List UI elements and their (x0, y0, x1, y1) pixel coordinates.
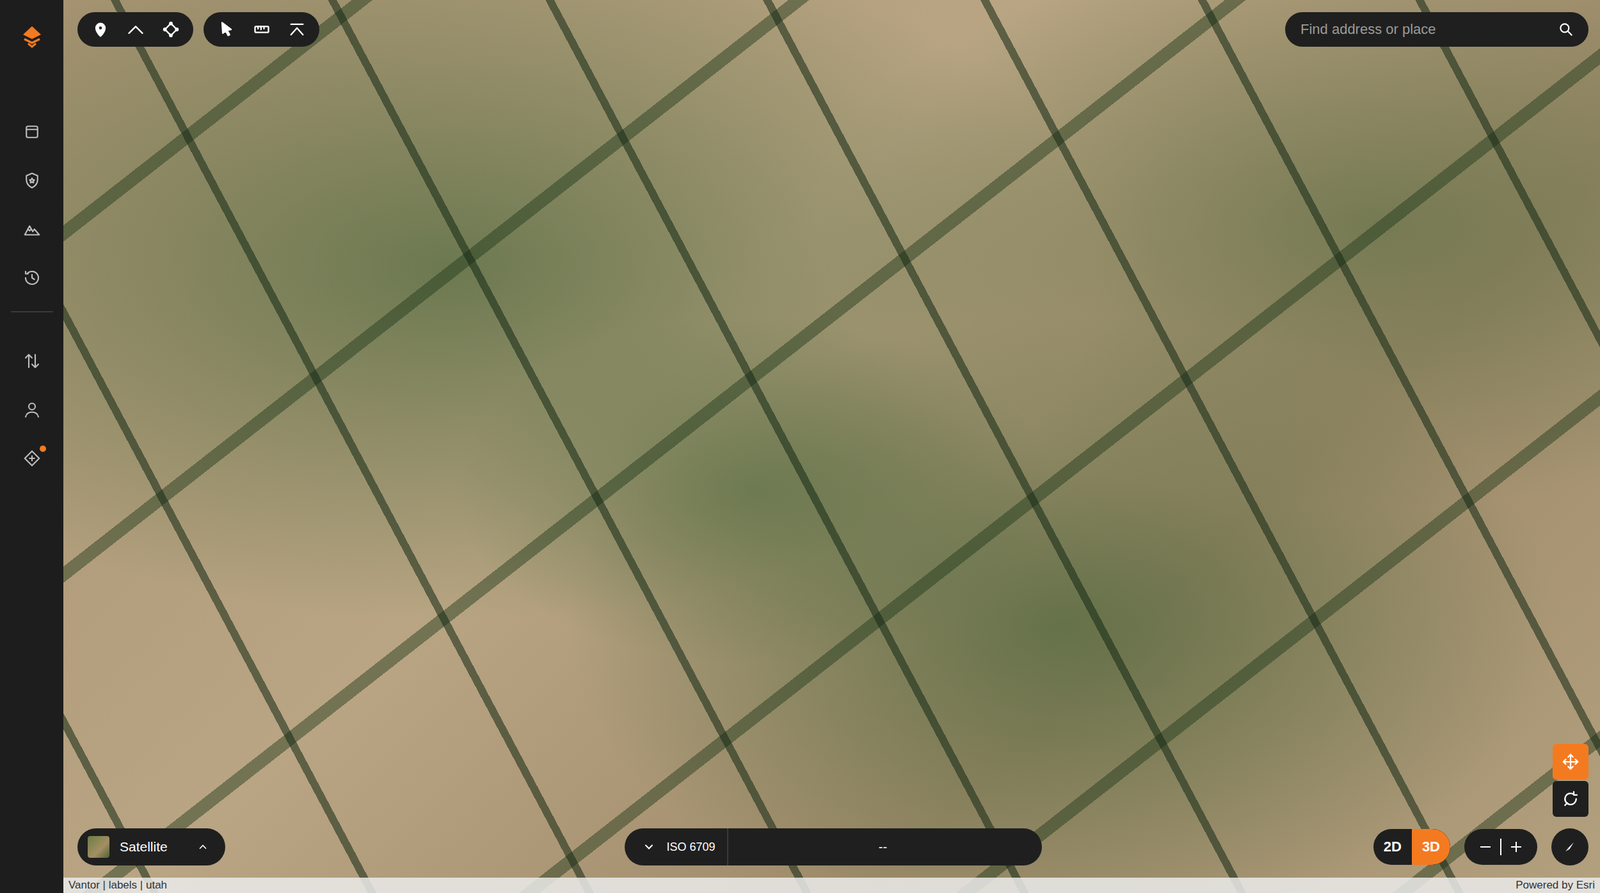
chevron-up-icon (197, 840, 209, 853)
sidebar-divider (10, 311, 54, 313)
tool-group (77, 12, 194, 47)
measure-icon (252, 20, 271, 39)
separator (727, 828, 729, 866)
route-icon (126, 20, 145, 39)
compass-button[interactable] (1551, 828, 1589, 866)
tool-group (203, 12, 320, 47)
sidebar-item[interactable] (11, 389, 53, 431)
select-icon (217, 20, 236, 39)
marker-icon (91, 20, 110, 39)
search-bar[interactable] (1285, 12, 1589, 47)
zoom-control (1464, 828, 1538, 865)
shield-icon (22, 170, 42, 191)
basemap-switcher[interactable]: Satellite (77, 828, 226, 866)
tool-button[interactable] (82, 12, 118, 47)
sidebar-item[interactable] (11, 160, 53, 201)
basemap-label: Satellite (119, 839, 168, 855)
tool-button[interactable] (243, 12, 280, 47)
sidebar-item[interactable] (11, 111, 53, 153)
app: Satellite ISO 6709 -- 2D3D Vantor | labels |… (0, 0, 1600, 893)
transfer-icon (22, 351, 42, 371)
view-mode-button[interactable]: 2D (1373, 828, 1412, 865)
toolbar (77, 12, 320, 47)
profile-icon (288, 20, 306, 39)
notification-badge (39, 445, 47, 452)
search-icon[interactable] (1557, 21, 1575, 38)
map-view[interactable]: Satellite ISO 6709 -- 2D3D Vantor | labels |… (63, 0, 1600, 893)
compass-icon (1562, 839, 1578, 855)
map-controls (1552, 743, 1589, 817)
zoom-out-button[interactable] (1470, 832, 1501, 862)
layers-icon (22, 122, 42, 142)
sidebar-item[interactable] (11, 437, 53, 479)
tool-button[interactable] (208, 12, 244, 47)
history-icon (22, 268, 42, 288)
tool-button[interactable] (117, 12, 153, 47)
logo-icon[interactable] (12, 21, 52, 52)
view-controls: 2D3D (1373, 828, 1589, 866)
view-mode-button[interactable]: 3D (1411, 828, 1451, 865)
area-icon (161, 20, 180, 39)
map-control-button[interactable] (1552, 780, 1589, 817)
user-icon (22, 400, 42, 420)
tool-button[interactable] (279, 12, 315, 47)
chevron-down-icon (642, 840, 656, 854)
satellite-imagery[interactable] (63, 0, 1600, 893)
peaks-icon (22, 219, 42, 239)
minus-icon (1477, 839, 1494, 855)
basemap-thumbnail (87, 835, 110, 858)
tool-button[interactable] (152, 12, 189, 47)
sidebar (0, 0, 64, 893)
pan-icon (1560, 752, 1581, 772)
coordinate-format: ISO 6709 (666, 840, 716, 854)
zoom-in-button[interactable] (1501, 832, 1531, 862)
search-input[interactable] (1299, 20, 1551, 39)
map-control-button[interactable] (1552, 743, 1589, 780)
rotate-icon (1560, 789, 1581, 809)
view-mode-toggle: 2D3D (1373, 828, 1451, 865)
sidebar-item[interactable] (11, 208, 53, 250)
coordinate-format-dropdown[interactable]: ISO 6709 (637, 840, 721, 854)
diamond-icon (22, 448, 42, 468)
attribution-bar: Vantor | labels | utah Powered by Esri (63, 877, 1600, 893)
coordinate-reading: -- (737, 839, 1030, 855)
attribution-text: Vantor | labels | utah (68, 878, 168, 892)
sidebar-item[interactable] (11, 340, 53, 382)
sidebar-item[interactable] (11, 257, 53, 299)
coordinate-display: ISO 6709 -- (624, 828, 1042, 866)
bottom-controls: Satellite ISO 6709 -- 2D3D (77, 828, 1589, 866)
credit-text[interactable]: Powered by Esri (1515, 878, 1595, 892)
plus-icon (1508, 839, 1524, 855)
